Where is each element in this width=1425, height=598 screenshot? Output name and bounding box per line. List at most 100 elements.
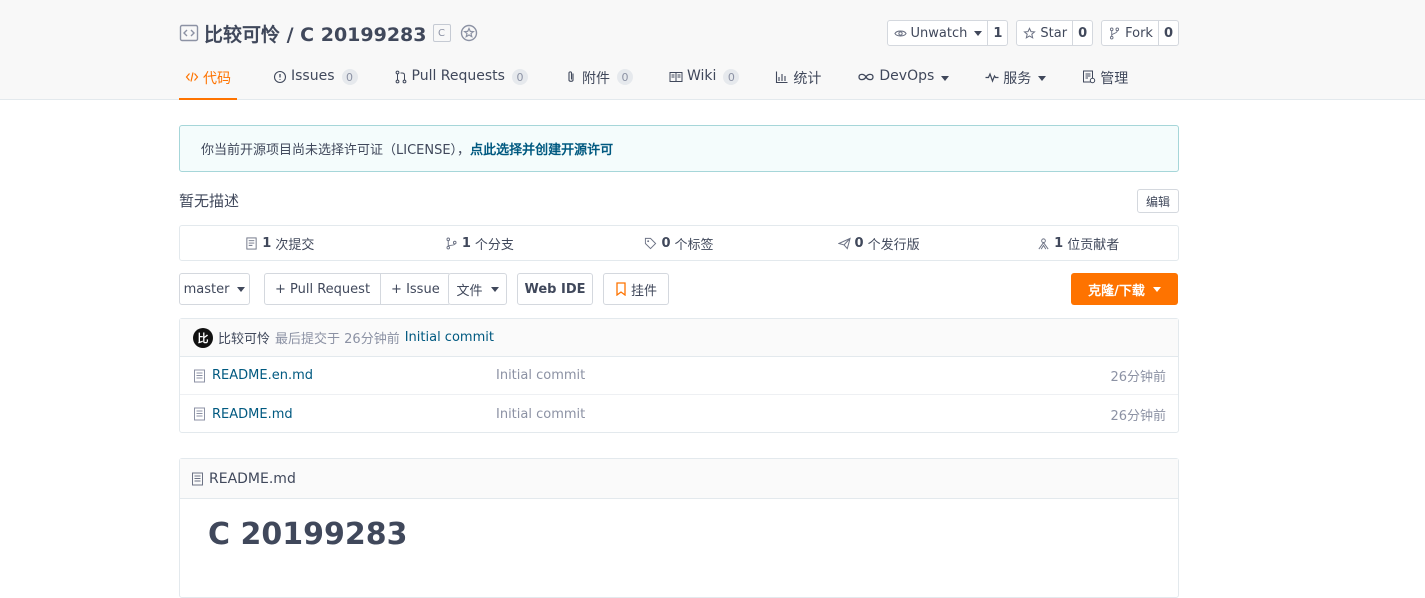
wiki-count-badge: 0 [723, 69, 740, 85]
web-ide-button[interactable]: Web IDE [517, 273, 593, 305]
star-button[interactable]: Star 0 [1016, 20, 1094, 46]
file-commit-message[interactable]: Initial commit [496, 407, 585, 422]
clone-download-button[interactable]: 克隆/下载 [1071, 273, 1178, 305]
tab-code[interactable]: 代码 [179, 62, 237, 100]
award-icon[interactable] [459, 23, 479, 43]
contributors-icon [1038, 237, 1049, 249]
files-dropdown-label: 文件 [456, 283, 483, 299]
stat-contributors-label: 位贡献者 [1067, 237, 1120, 253]
send-icon [837, 236, 851, 250]
file-name-link[interactable]: README.en.md [212, 368, 313, 383]
commit-meta: 最后提交于 26分钟前 [275, 332, 400, 347]
file-name-link[interactable]: README.md [212, 407, 293, 422]
repo-toolbar: master + Pull Request + Issue 文件 Web IDE… [179, 273, 1179, 305]
tab-devops[interactable]: DevOps [857, 62, 950, 100]
readme-panel: README.md C 20199283 [179, 458, 1179, 598]
table-row: README.en.md Initial commit 26分钟前 [180, 357, 1178, 395]
bar-chart-icon [776, 71, 788, 84]
repo-title[interactable]: 比较可怜 / C 20199283 [204, 20, 427, 47]
create-license-link[interactable]: 点此选择并创建开源许可 [470, 139, 613, 158]
widget-button-label: 挂件 [630, 283, 657, 299]
file-commit-time: 26分钟前 [1110, 370, 1166, 385]
stat-branches-label: 个分支 [474, 237, 514, 253]
tab-pull-requests-label: Pull Requests [411, 68, 505, 84]
pr-issue-group: + Pull Request + Issue [264, 273, 451, 305]
stat-tags-label: 个标签 [674, 237, 714, 253]
language-badge: C [432, 24, 451, 42]
eye-icon [893, 30, 907, 36]
repo-actions: Unwatch 1 Star 0 Fork 0 [886, 20, 1179, 46]
stat-commits[interactable]: 1 次提交 [180, 226, 380, 260]
branch-icon [446, 237, 457, 249]
tab-manage[interactable]: 管理 [1082, 62, 1128, 100]
stat-commits-label: 次提交 [275, 237, 315, 253]
paperclip-icon [568, 71, 574, 82]
tab-devops-label: DevOps [879, 68, 935, 84]
new-issue-button[interactable]: + Issue [381, 274, 450, 304]
book-icon [669, 72, 683, 82]
license-notice: 你当前开源项目尚未选择许可证（LICENSE）， 点此选择并创建开源许可 [179, 125, 1179, 172]
pulse-icon [985, 72, 999, 83]
file-commit-time: 26分钟前 [1110, 408, 1166, 424]
commit-doc-icon [246, 236, 257, 250]
tab-issues-label: Issues [291, 68, 335, 84]
clone-download-label: 克隆/下载 [1088, 283, 1145, 299]
branch-select[interactable]: master [179, 273, 250, 305]
tab-pull-requests[interactable]: Pull Requests 0 [394, 62, 528, 100]
file-icon [192, 472, 203, 485]
tab-statistics-label: 统计 [793, 71, 822, 87]
repo-nav-tabs: 代码 Issues 0 Pull Requests 0 附件 0 Wiki 0 … [179, 62, 1164, 100]
readme-filename: README.md [209, 470, 296, 487]
stat-tags-count: 0 [661, 235, 671, 251]
unwatch-button[interactable]: Unwatch 1 [886, 20, 1009, 46]
chevron-down-icon [974, 30, 983, 36]
file-list: 比 比较可怜 最后提交于 26分钟前 Initial commit README… [179, 318, 1179, 433]
edit-description-button[interactable]: 编辑 [1137, 189, 1179, 213]
tab-manage-label: 管理 [1100, 71, 1129, 87]
code-repo-icon [179, 24, 199, 42]
pull-requests-count-badge: 0 [511, 69, 528, 85]
watch-count[interactable]: 1 [988, 21, 1007, 45]
star-count[interactable]: 0 [1073, 21, 1092, 45]
chevron-down-icon [237, 286, 246, 292]
issues-count-badge: 0 [341, 69, 358, 85]
new-pull-request-button[interactable]: + Pull Request [265, 274, 382, 304]
chevron-down-icon [941, 76, 950, 81]
branch-select-label: master [183, 281, 230, 297]
stat-releases[interactable]: 0 个发行版 [779, 226, 979, 260]
readme-heading: C 20199283 [208, 517, 408, 552]
stat-contributors-count: 1 [1054, 235, 1064, 251]
license-notice-text: 你当前开源项目尚未选择许可证（LICENSE）， [201, 143, 471, 158]
stat-tags[interactable]: 0 个标签 [579, 226, 779, 260]
tab-statistics[interactable]: 统计 [775, 62, 821, 100]
tag-icon [645, 237, 657, 249]
tab-services-label: 服务 [1003, 71, 1032, 87]
fork-count[interactable]: 0 [1159, 21, 1178, 45]
stat-releases-label: 个发行版 [867, 237, 920, 253]
tab-issues[interactable]: Issues 0 [273, 62, 358, 100]
fork-button[interactable]: Fork 0 [1101, 20, 1179, 46]
issue-icon [273, 70, 287, 84]
tab-wiki-label: Wiki [686, 68, 717, 84]
file-icon [194, 407, 205, 421]
tab-wiki[interactable]: Wiki 0 [669, 62, 740, 100]
chevron-down-icon [490, 286, 499, 292]
attachments-count-badge: 0 [616, 69, 633, 85]
file-commit-message[interactable]: Initial commit [496, 368, 585, 383]
stat-contributors[interactable]: 1 位贡献者 [978, 226, 1178, 260]
commit-author[interactable]: 比较可怜 [218, 328, 270, 347]
files-dropdown[interactable]: 文件 [448, 273, 507, 305]
tab-attachments[interactable]: 附件 0 [564, 62, 633, 100]
settings-doc-icon [1083, 70, 1096, 84]
stat-commits-count: 1 [262, 235, 272, 251]
unwatch-label: Unwatch [910, 25, 968, 41]
tab-code-label: 代码 [203, 71, 231, 87]
fork-label: Fork [1125, 25, 1153, 41]
widget-button[interactable]: 挂件 [603, 273, 669, 305]
table-row: README.md Initial commit 26分钟前 [180, 395, 1178, 433]
commit-message-link[interactable]: Initial commit [405, 330, 494, 345]
stat-branches[interactable]: 1 个分支 [380, 226, 580, 260]
tab-services[interactable]: 服务 [985, 62, 1047, 100]
avatar[interactable]: 比 [193, 327, 213, 348]
code-icon [185, 72, 199, 82]
